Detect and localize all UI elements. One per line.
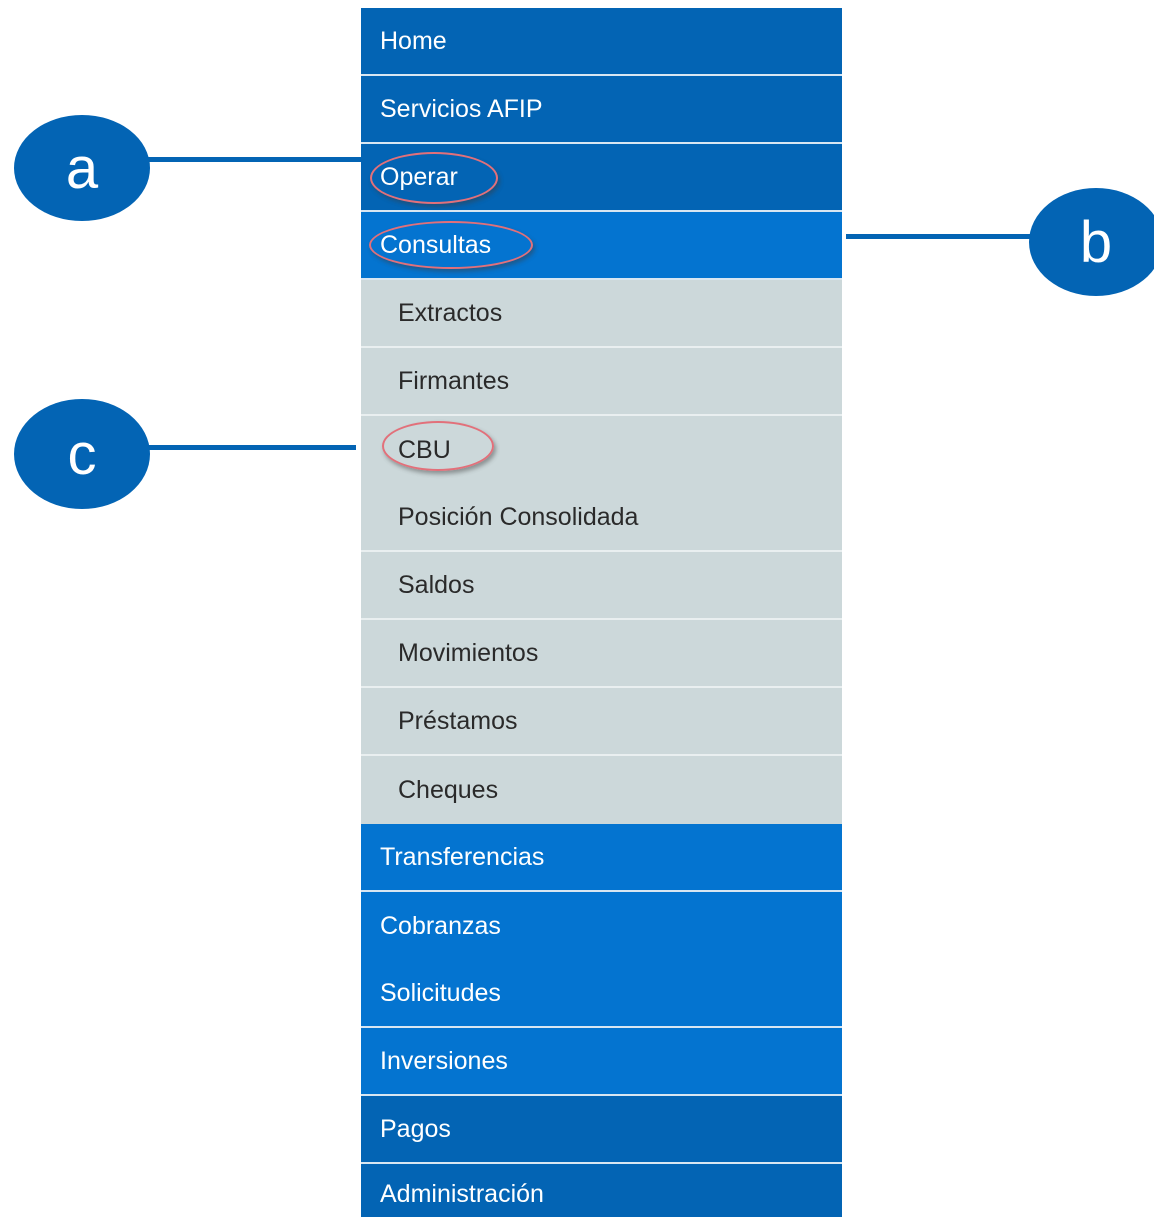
menu-item-servicios-afip[interactable]: Servicios AFIP bbox=[361, 76, 842, 144]
submenu-item-extractos[interactable]: Extractos bbox=[361, 280, 842, 348]
menu-item-cobranzas[interactable]: Cobranzas bbox=[361, 892, 842, 960]
menu-item-home[interactable]: Home bbox=[361, 8, 842, 76]
submenu-item-posicion-consolidada[interactable]: Posición Consolidada bbox=[361, 484, 842, 552]
operar-label-text: Operar bbox=[380, 162, 458, 191]
submenu-item-cheques[interactable]: Cheques bbox=[361, 756, 842, 824]
cbu-label-text: CBU bbox=[398, 435, 451, 464]
menu-item-inversiones[interactable]: Inversiones bbox=[361, 1028, 842, 1096]
callout-b-connector bbox=[846, 234, 1042, 239]
submenu-item-prestamos[interactable]: Préstamos bbox=[361, 688, 842, 756]
callout-b: b bbox=[1029, 188, 1154, 296]
menu-item-label: Operar bbox=[370, 151, 498, 204]
menu-item-transferencias[interactable]: Transferencias bbox=[361, 824, 842, 892]
consultas-label-text: Consultas bbox=[380, 230, 492, 259]
annotated-menu-figure: Home Servicios AFIP Operar Consultas Ext… bbox=[0, 0, 1154, 1217]
menu-item-label: Pagos bbox=[380, 1114, 451, 1143]
menu-item-solicitudes[interactable]: Solicitudes bbox=[361, 960, 842, 1028]
menu-item-label: Administración bbox=[380, 1179, 544, 1208]
submenu-item-label: Movimientos bbox=[398, 638, 539, 667]
submenu-item-label: CBU bbox=[382, 420, 494, 471]
callout-a: a bbox=[14, 115, 150, 221]
menu-item-label: Inversiones bbox=[380, 1046, 508, 1075]
menu-item-administracion[interactable]: Administración bbox=[361, 1164, 842, 1217]
submenu-item-label: Préstamos bbox=[398, 706, 518, 735]
menu-item-consultas[interactable]: Consultas bbox=[361, 212, 842, 280]
submenu-item-label: Saldos bbox=[398, 570, 475, 599]
sidebar-menu: Home Servicios AFIP Operar Consultas Ext… bbox=[361, 8, 842, 1217]
submenu-item-firmantes[interactable]: Firmantes bbox=[361, 348, 842, 416]
menu-item-label: Servicios AFIP bbox=[380, 94, 543, 123]
menu-item-pagos[interactable]: Pagos bbox=[361, 1096, 842, 1164]
submenu-item-label: Posición Consolidada bbox=[398, 502, 639, 531]
callout-a-connector bbox=[140, 157, 363, 162]
menu-item-label: Home bbox=[380, 26, 447, 55]
submenu-item-label: Firmantes bbox=[398, 366, 510, 395]
callout-c: c bbox=[14, 399, 150, 509]
submenu-item-movimientos[interactable]: Movimientos bbox=[361, 620, 842, 688]
callout-c-connector bbox=[140, 445, 356, 450]
submenu-item-cbu[interactable]: CBU bbox=[361, 416, 842, 484]
menu-item-label: Cobranzas bbox=[380, 911, 501, 940]
callout-a-label: a bbox=[65, 135, 99, 201]
menu-item-operar[interactable]: Operar bbox=[361, 144, 842, 212]
callout-b-label: b bbox=[1079, 209, 1113, 275]
submenu-item-label: Cheques bbox=[398, 775, 499, 804]
menu-item-label: Transferencias bbox=[380, 842, 545, 871]
callout-c-label: c bbox=[67, 421, 97, 487]
submenu-item-label: Extractos bbox=[398, 298, 503, 327]
submenu-item-saldos[interactable]: Saldos bbox=[361, 552, 842, 620]
menu-item-label: Solicitudes bbox=[380, 978, 501, 1007]
menu-item-label: Consultas bbox=[369, 220, 533, 269]
